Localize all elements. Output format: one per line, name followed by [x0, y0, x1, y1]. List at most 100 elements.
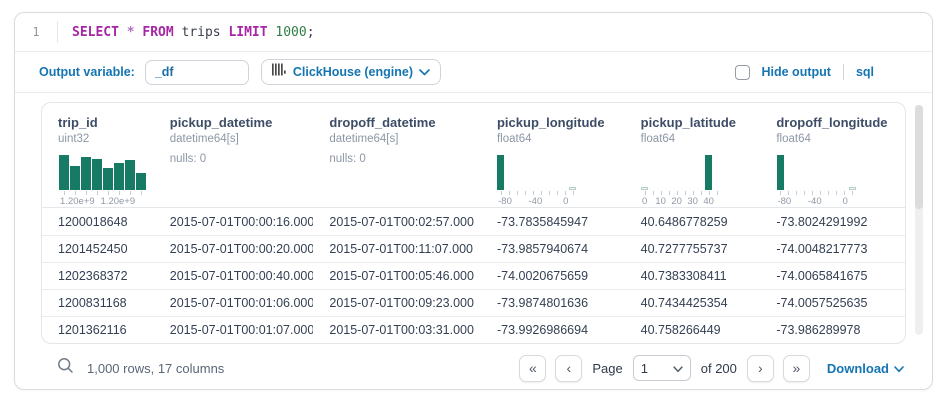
cell-pickup-longitude: -73.7835845947: [481, 215, 625, 229]
cell-dropoff-datetime: 2015-07-01T00:03:31.000: [313, 323, 481, 337]
next-page-icon: ›: [758, 361, 763, 375]
clickhouse-logo-icon: [272, 63, 287, 81]
table-row[interactable]: 1200018648 2015-07-01T00:00:16.000 2015-…: [42, 208, 905, 235]
download-button[interactable]: Download: [827, 361, 904, 376]
sql-table-name: trips: [182, 25, 221, 40]
dataframe-table: trip_id uint32 1.20e+91.20e+9 pickup_dat…: [41, 102, 906, 344]
chevron-down-icon: [673, 361, 683, 376]
column-dtype: datetime64[s]: [329, 133, 481, 145]
table-row[interactable]: 1201452450 2015-07-01T00:00:20.000 2015-…: [42, 235, 905, 262]
cell-pickup-datetime: 2015-07-01T00:00:16.000: [154, 215, 314, 229]
column-header-pickup-datetime: pickup_datetime datetime64[s] nulls: 0: [154, 115, 314, 165]
column-dtype: float64: [776, 133, 905, 145]
column-name[interactable]: dropoff_longitude: [776, 115, 905, 130]
sql-star-token: *: [127, 25, 135, 40]
toolbar-divider: [843, 64, 844, 80]
cell-pickup-latitude: 40.7434425354: [625, 296, 761, 310]
cell-trip-id: 1200831168: [42, 296, 154, 310]
column-name[interactable]: trip_id: [58, 115, 154, 130]
last-page-button[interactable]: »: [783, 355, 810, 382]
column-name[interactable]: pickup_datetime: [170, 115, 314, 130]
column-histogram[interactable]: -80-400: [497, 155, 577, 207]
pagination: « ‹ Page 1 of 200 › » Download: [519, 355, 904, 382]
page-select[interactable]: 1: [633, 355, 691, 381]
cell-pickup-latitude: 40.7383308411: [625, 269, 761, 283]
cell-pickup-latitude: 40.758266449: [625, 323, 761, 337]
cell-trip-id: 1202368372: [42, 269, 154, 283]
previous-page-icon: ‹: [567, 361, 572, 375]
column-histogram[interactable]: 010203040: [641, 155, 721, 207]
page-total-label: of 200: [701, 361, 737, 376]
scrollbar-thumb[interactable]: [915, 105, 923, 209]
engine-select-button[interactable]: ClickHouse (engine): [261, 59, 441, 85]
column-nulls-count: nulls: 0: [329, 153, 481, 165]
output-variable-label: Output variable:: [39, 65, 135, 79]
sql-keyword-from: FROM: [142, 25, 173, 40]
first-page-icon: «: [529, 361, 537, 375]
column-name[interactable]: pickup_latitude: [641, 115, 761, 130]
sql-semicolon: ;: [307, 25, 315, 40]
cell-pickup-longitude: -73.9874801636: [481, 296, 625, 310]
cell-dropoff-longitude: -73.986289978: [760, 323, 905, 337]
last-page-icon: »: [792, 361, 800, 375]
column-name[interactable]: dropoff_datetime: [329, 115, 481, 130]
cell-pickup-longitude: -73.9926986694: [481, 323, 625, 337]
column-name[interactable]: pickup_longitude: [497, 115, 625, 130]
search-icon[interactable]: [57, 357, 74, 379]
chevron-down-icon: [419, 63, 430, 81]
sql-number-literal: 1000: [275, 25, 306, 40]
row-count-summary: 1,000 rows, 17 columns: [87, 361, 224, 376]
column-dtype: datetime64[s]: [170, 133, 314, 145]
column-header-pickup-longitude: pickup_longitude float64 -80-400: [481, 115, 625, 207]
sql-keyword-limit: LIMIT: [228, 25, 267, 40]
table-body: 1200018648 2015-07-01T00:00:16.000 2015-…: [42, 208, 905, 343]
table-row[interactable]: 1202368372 2015-07-01T00:00:40.000 2015-…: [42, 262, 905, 289]
table-row[interactable]: 1201362116 2015-07-01T00:01:07.000 2015-…: [42, 316, 905, 343]
cell-pickup-latitude: 40.6486778259: [625, 215, 761, 229]
cell-trip-id: 1201452450: [42, 242, 154, 256]
column-header-pickup-latitude: pickup_latitude float64 010203040: [625, 115, 761, 207]
cell-pickup-longitude: -73.9857940674: [481, 242, 625, 256]
first-page-button[interactable]: «: [519, 355, 546, 382]
column-header-trip-id: trip_id uint32 1.20e+91.20e+9: [42, 115, 154, 207]
cell-dropoff-datetime: 2015-07-01T00:05:46.000: [313, 269, 481, 283]
toolbar-right-group: Hide output sql: [735, 64, 875, 80]
cell-dropoff-datetime: 2015-07-01T00:09:23.000: [313, 296, 481, 310]
output-variable-input[interactable]: [145, 60, 249, 85]
cell-dropoff-longitude: -73.8024291992: [760, 215, 905, 229]
cell-toolbar: Output variable: ClickHouse (engine) Hid…: [15, 52, 932, 92]
cell-dropoff-datetime: 2015-07-01T00:02:57.000: [313, 215, 481, 229]
column-header-dropoff-longitude: dropoff_longitude float64 -80-400: [760, 115, 905, 207]
cell-dropoff-longitude: -74.0057525635: [760, 296, 905, 310]
table-footer: 1,000 rows, 17 columns « ‹ Page 1 of 200…: [15, 344, 932, 390]
code-editor[interactable]: 1 SELECT * FROM trips LIMIT 1000;: [15, 13, 932, 51]
output-area: trip_id uint32 1.20e+91.20e+9 pickup_dat…: [15, 93, 932, 344]
line-number: 1: [15, 25, 57, 39]
cell-trip-id: 1201362116: [42, 323, 154, 337]
sql-keyword-select: SELECT: [72, 25, 119, 40]
cell-pickup-datetime: 2015-07-01T00:00:40.000: [154, 269, 314, 283]
page-label: Page: [592, 361, 622, 376]
table-header-row: trip_id uint32 1.20e+91.20e+9 pickup_dat…: [42, 103, 905, 208]
engine-name-label: ClickHouse (engine): [293, 65, 413, 79]
cell-pickup-latitude: 40.7277755737: [625, 242, 761, 256]
hide-output-checkbox[interactable]: [735, 65, 750, 80]
vertical-scrollbar[interactable]: [915, 105, 923, 335]
next-page-button[interactable]: ›: [747, 355, 774, 382]
column-nulls-count: nulls: 0: [170, 153, 314, 165]
previous-page-button[interactable]: ‹: [555, 355, 582, 382]
cell-dropoff-longitude: -74.0048217773: [760, 242, 905, 256]
table-row[interactable]: 1200831168 2015-07-01T00:01:06.000 2015-…: [42, 289, 905, 316]
column-histogram[interactable]: -80-400: [776, 155, 856, 207]
hide-output-label[interactable]: Hide output: [762, 65, 831, 79]
column-histogram[interactable]: 1.20e+91.20e+9: [58, 155, 146, 207]
sql-code-line[interactable]: SELECT * FROM trips LIMIT 1000;: [58, 25, 315, 40]
page-select-value: 1: [641, 361, 648, 376]
column-header-dropoff-datetime: dropoff_datetime datetime64[s] nulls: 0: [313, 115, 481, 165]
cell-language-badge[interactable]: sql: [856, 65, 874, 79]
download-label: Download: [827, 361, 889, 376]
cell-pickup-datetime: 2015-07-01T00:01:06.000: [154, 296, 314, 310]
column-dtype: float64: [641, 133, 761, 145]
sql-cell-card: 1 SELECT * FROM trips LIMIT 1000; Output vari…: [14, 12, 933, 390]
chevron-down-icon: [894, 361, 904, 376]
